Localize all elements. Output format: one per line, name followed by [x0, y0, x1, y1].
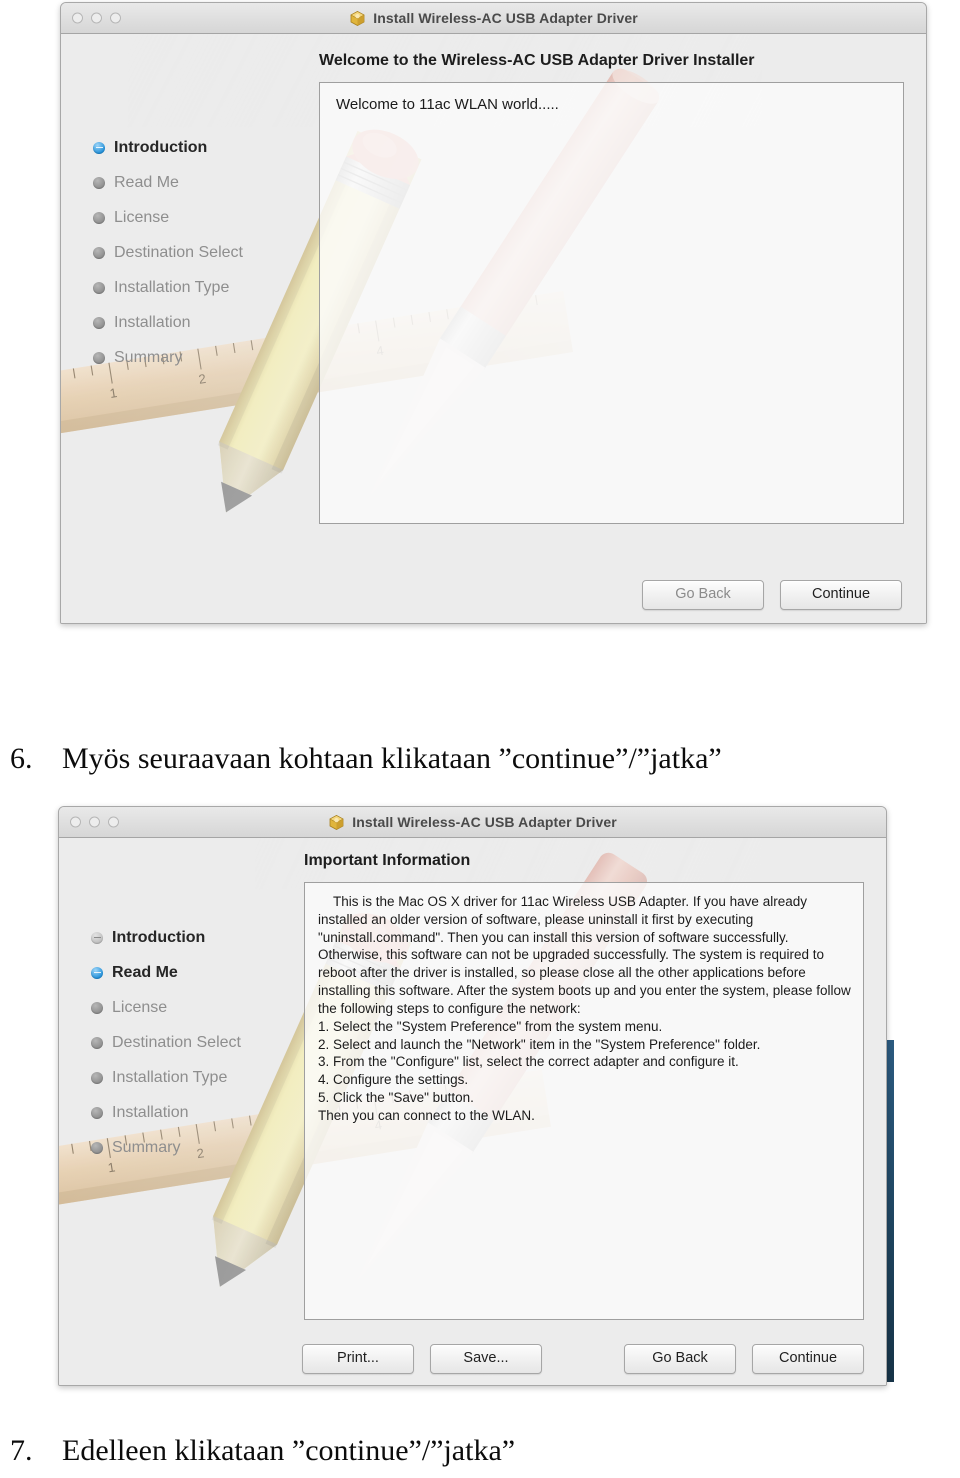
- sidebar-item-license[interactable]: License: [59, 990, 304, 1025]
- step-bullet-icon: [93, 246, 105, 259]
- sidebar-item-label: Read Me: [112, 963, 178, 981]
- sidebar-item-installation-type[interactable]: Installation Type: [61, 270, 306, 305]
- sidebar-item-read-me[interactable]: Read Me: [61, 165, 306, 200]
- sidebar-item-label: Introduction: [114, 138, 208, 156]
- installer-window-read-me[interactable]: Install Wireless-AC USB Adapter Driver 1…: [58, 806, 887, 1386]
- print-button[interactable]: Print...: [302, 1344, 414, 1374]
- minimize-button-icon[interactable]: [91, 12, 102, 24]
- step-bullet-icon: [93, 316, 105, 329]
- step-bullet-icon: [91, 1036, 103, 1049]
- sidebar-item-read-me[interactable]: Read Me: [59, 955, 304, 990]
- readme-body-text: This is the Mac OS X driver for 11ac Wir…: [318, 894, 851, 1123]
- sidebar-item-introduction[interactable]: Introduction: [59, 920, 304, 955]
- window-body: 01 23 45: [61, 34, 926, 623]
- minimize-button-icon[interactable]: [89, 816, 100, 828]
- button-row-left: Print... Save...: [302, 1344, 542, 1374]
- sidebar-item-destination-select[interactable]: Destination Select: [61, 235, 306, 270]
- close-button-icon[interactable]: [70, 816, 81, 828]
- button-row: Go Back Continue: [642, 580, 902, 610]
- step-bullet-icon: [93, 351, 105, 364]
- installer-window-introduction[interactable]: Install Wireless-AC USB Adapter Driver 1…: [60, 2, 927, 624]
- sidebar-item-label: Installation: [114, 313, 191, 331]
- caption-text: Myös seuraavaan kohtaan klikataan ”conti…: [62, 742, 722, 775]
- window-title: Install Wireless-AC USB Adapter Driver: [352, 814, 617, 830]
- sidebar-item-label: License: [112, 998, 168, 1016]
- sidebar-item-introduction[interactable]: Introduction: [61, 130, 306, 165]
- readme-text-box[interactable]: This is the Mac OS X driver for 11ac Wir…: [304, 882, 864, 1320]
- step-bullet-icon: [93, 141, 105, 154]
- sidebar-item-label: Installation: [112, 1103, 189, 1121]
- traffic-lights[interactable]: [72, 12, 121, 24]
- button-row-right: Go Back Continue: [624, 1344, 864, 1374]
- step-bullet-icon: [91, 1001, 103, 1014]
- installer-package-icon: [328, 814, 345, 831]
- save-button[interactable]: Save...: [430, 1344, 542, 1374]
- installer-sidebar: Introduction Read Me License Destination…: [61, 130, 306, 375]
- pane-heading: Important Information: [304, 852, 471, 869]
- continue-button[interactable]: Continue: [752, 1344, 864, 1374]
- step-bullet-icon: [93, 281, 105, 294]
- sidebar-item-label: Read Me: [114, 173, 179, 191]
- svg-text:1: 1: [109, 385, 118, 401]
- sidebar-item-label: Summary: [112, 1138, 181, 1156]
- welcome-text-box: Welcome to 11ac WLAN world.....: [319, 82, 904, 524]
- window-titlebar: Install Wireless-AC USB Adapter Driver: [61, 3, 926, 34]
- installer-sidebar: Introduction Read Me License Destination…: [59, 920, 304, 1165]
- step-bullet-icon: [91, 931, 103, 944]
- caption-text: Edelleen klikataan ”continue”/”jatka”: [62, 1434, 516, 1467]
- zoom-button-icon[interactable]: [108, 816, 119, 828]
- zoom-button-icon[interactable]: [110, 12, 121, 24]
- sidebar-item-label: Introduction: [112, 928, 206, 946]
- sidebar-item-installation-type[interactable]: Installation Type: [59, 1060, 304, 1095]
- sidebar-item-label: Summary: [114, 348, 183, 366]
- step-bullet-icon: [91, 1141, 103, 1154]
- step-bullet-icon: [91, 966, 103, 979]
- caption-step-7: 7. Edelleen klikataan ”continue”/”jatka”: [10, 1434, 515, 1468]
- sidebar-item-label: License: [114, 208, 170, 226]
- sidebar-item-license[interactable]: License: [61, 200, 306, 235]
- step-bullet-icon: [91, 1106, 103, 1119]
- installer-package-icon: [349, 10, 366, 27]
- step-bullet-icon: [93, 211, 105, 224]
- close-button-icon[interactable]: [72, 12, 83, 24]
- step-bullet-icon: [91, 1071, 103, 1084]
- continue-button[interactable]: Continue: [780, 580, 902, 610]
- step-bullet-icon: [93, 176, 105, 189]
- window-title: Install Wireless-AC USB Adapter Driver: [373, 10, 638, 26]
- sidebar-item-summary[interactable]: Summary: [61, 340, 306, 375]
- sidebar-item-summary[interactable]: Summary: [59, 1130, 304, 1165]
- welcome-message: Welcome to 11ac WLAN world.....: [336, 96, 559, 113]
- sidebar-item-label: Installation Type: [112, 1068, 228, 1086]
- sidebar-item-installation[interactable]: Installation: [59, 1095, 304, 1130]
- sidebar-item-label: Destination Select: [114, 243, 243, 261]
- sidebar-item-installation[interactable]: Installation: [61, 305, 306, 340]
- sidebar-item-label: Destination Select: [112, 1033, 241, 1051]
- go-back-button[interactable]: Go Back: [624, 1344, 736, 1374]
- window-titlebar: Install Wireless-AC USB Adapter Driver: [59, 807, 886, 838]
- traffic-lights[interactable]: [70, 816, 119, 828]
- window-body: 01 23 45: [59, 838, 886, 1385]
- sidebar-item-destination-select[interactable]: Destination Select: [59, 1025, 304, 1060]
- sidebar-item-label: Installation Type: [114, 278, 230, 296]
- caption-number: 6.: [10, 742, 33, 775]
- go-back-button[interactable]: Go Back: [642, 580, 764, 610]
- caption-number: 7.: [10, 1434, 33, 1467]
- installer-content-pane: Important Information This is the Mac OS…: [304, 852, 864, 1320]
- installer-content-pane: Welcome to the Wireless-AC USB Adapter D…: [319, 52, 904, 524]
- caption-step-6: 6. Myös seuraavaan kohtaan klikataan ”co…: [10, 742, 722, 776]
- pane-heading: Welcome to the Wireless-AC USB Adapter D…: [319, 52, 755, 69]
